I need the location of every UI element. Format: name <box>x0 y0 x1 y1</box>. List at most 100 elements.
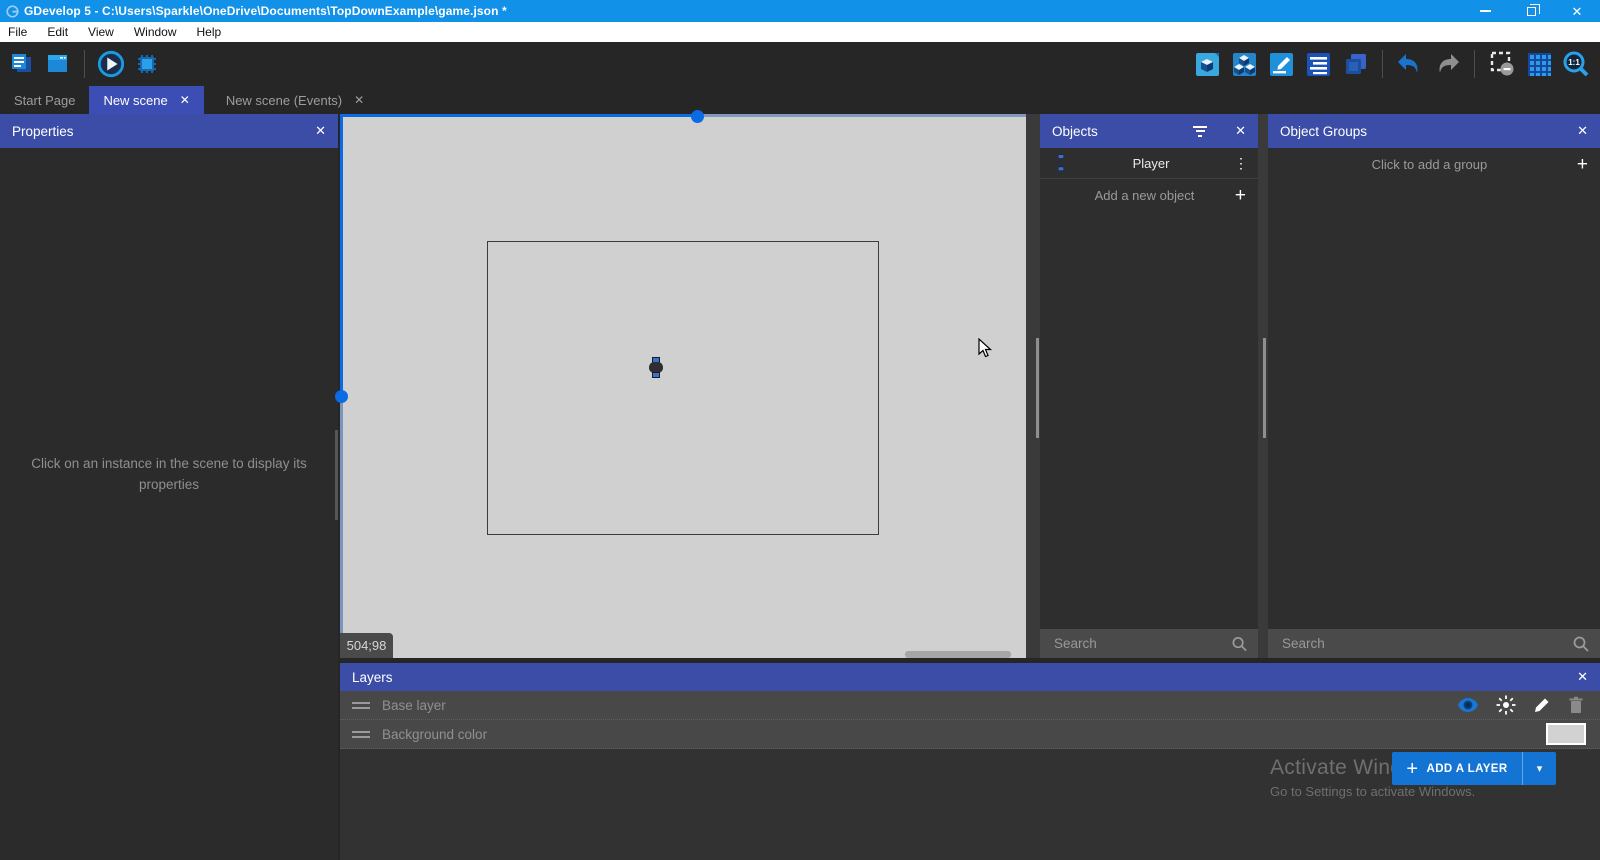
filter-icon[interactable] <box>1193 123 1207 139</box>
search-icon <box>1231 635 1248 653</box>
object-groups-title: Object Groups <box>1280 124 1565 139</box>
delete-trash-icon[interactable] <box>1568 696 1584 714</box>
deselect-mask-icon[interactable] <box>1488 50 1516 78</box>
search-icon <box>1572 635 1590 653</box>
toolbar-separator <box>84 50 85 78</box>
vertical-scrollbar[interactable] <box>1263 338 1266 438</box>
layers-panel: Layers ✕ Base layer <box>340 663 1600 860</box>
redo-icon[interactable] <box>1433 50 1461 78</box>
close-icon[interactable]: ✕ <box>1577 123 1588 139</box>
tab-new-scene[interactable]: New scene ✕ <box>89 86 203 114</box>
tab-close-icon[interactable]: ✕ <box>180 93 190 107</box>
close-button[interactable]: ✕ <box>1554 0 1600 22</box>
canvas-scroll-handle-left[interactable] <box>335 390 348 403</box>
objects-search-input[interactable] <box>1054 636 1231 651</box>
layer-effects-icon[interactable] <box>1496 695 1516 715</box>
window-titlebar: GDevelop 5 - C:\Users\Sparkle\OneDrive\D… <box>0 0 1600 22</box>
groups-search-input[interactable] <box>1282 636 1572 651</box>
mouse-cursor <box>978 338 993 358</box>
add-object-icon[interactable] <box>1193 50 1221 78</box>
player-sprite-body <box>1055 158 1066 167</box>
object-groups-panel: Object Groups ✕ Click to add a group + <box>1268 114 1600 658</box>
properties-header: Properties ✕ <box>0 114 338 148</box>
vertical-scrollbar[interactable] <box>1036 338 1039 438</box>
menu-file[interactable]: File <box>0 22 37 42</box>
canvas-top-scrollbar-track[interactable] <box>697 114 1026 117</box>
start-page-window-icon[interactable] <box>44 50 72 78</box>
drag-handle-icon[interactable] <box>352 728 370 741</box>
tab-close-icon[interactable]: ✕ <box>354 93 364 107</box>
edit-pencil-icon[interactable] <box>1533 696 1551 714</box>
objects-panel: Objects ✕ Player ⋮ Add a new object + <box>1040 114 1258 658</box>
panel-divider <box>1026 114 1040 658</box>
visibility-eye-icon[interactable] <box>1457 697 1479 713</box>
edit-scene-icon[interactable] <box>1267 50 1295 78</box>
caret-down-icon: ▾ <box>1537 762 1543 775</box>
zoom-1-1-icon[interactable]: 1:1 <box>1562 50 1590 78</box>
add-group-row[interactable]: Click to add a group + <box>1268 148 1600 181</box>
background-color-swatch[interactable] <box>1546 723 1586 745</box>
canvas-left-scrollbar-track[interactable] <box>340 396 343 658</box>
properties-scrollbar[interactable] <box>335 430 338 520</box>
add-object-row[interactable]: Add a new object + <box>1040 179 1258 212</box>
editor-tabbar: Start Page New scene ✕ New scene (Events… <box>0 86 1600 114</box>
player-instance[interactable] <box>649 357 663 380</box>
canvas-top-scrollbar[interactable] <box>340 114 697 117</box>
restore-icon <box>1527 7 1536 16</box>
drag-handle-icon[interactable] <box>352 699 370 712</box>
undo-icon[interactable] <box>1396 50 1424 78</box>
toolbar-separator <box>1474 50 1475 78</box>
layer-row-base[interactable]: Base layer <box>340 691 1600 720</box>
layer-row-background[interactable]: Background color <box>340 720 1600 749</box>
debug-icon[interactable] <box>133 50 161 78</box>
layers-title: Layers <box>352 670 1565 685</box>
instances-list-icon[interactable] <box>1304 50 1332 78</box>
gdevelop-logo-icon <box>6 5 19 18</box>
menu-help[interactable]: Help <box>187 22 232 42</box>
close-icon[interactable]: ✕ <box>1235 123 1246 139</box>
canvas-scroll-handle-top[interactable] <box>691 110 704 123</box>
close-icon[interactable]: ✕ <box>315 123 326 139</box>
tab-label: New scene <box>103 93 167 108</box>
tab-start-page[interactable]: Start Page <box>0 86 89 114</box>
preview-play-icon[interactable] <box>97 50 125 78</box>
plus-icon[interactable]: + <box>1577 155 1588 174</box>
layers-header: Layers ✕ <box>340 663 1600 691</box>
player-thumbnail-icon <box>1055 154 1066 173</box>
add-group-label: Click to add a group <box>1282 157 1577 172</box>
menu-bar: File Edit View Window Help <box>0 22 1600 42</box>
kebab-menu-icon[interactable]: ⋮ <box>1234 155 1248 172</box>
add-object-label: Add a new object <box>1054 188 1235 203</box>
watermark-line2: Go to Settings to activate Windows. <box>1270 784 1475 799</box>
properties-empty-message: Click on an instance in the scene to dis… <box>0 454 338 496</box>
add-layer-dropdown[interactable]: ▾ <box>1522 752 1556 785</box>
plus-icon[interactable]: + <box>1235 186 1246 205</box>
close-icon[interactable]: ✕ <box>1577 669 1588 685</box>
canvas-horizontal-scrollbar[interactable] <box>905 651 1011 658</box>
menu-edit[interactable]: Edit <box>37 22 78 42</box>
object-row-player[interactable]: Player ⋮ <box>1040 148 1258 179</box>
layer-name: Background color <box>382 727 1546 742</box>
scene-canvas[interactable]: 504;98 <box>340 114 1026 658</box>
window-title: GDevelop 5 - C:\Users\Sparkle\OneDrive\D… <box>24 4 1462 18</box>
tab-new-scene-events[interactable]: New scene (Events) ✕ <box>212 86 378 114</box>
layers-list-icon[interactable] <box>1341 50 1369 78</box>
menu-view[interactable]: View <box>78 22 124 42</box>
groups-searchbar <box>1268 629 1600 658</box>
grid-icon[interactable] <box>1525 50 1553 78</box>
add-layer-button[interactable]: + ADD A LAYER ▾ <box>1392 752 1556 785</box>
project-manager-icon[interactable] <box>8 50 36 78</box>
tab-label: Start Page <box>14 93 75 108</box>
minimize-button[interactable] <box>1462 0 1508 22</box>
properties-title: Properties <box>12 124 303 139</box>
close-icon: ✕ <box>1572 5 1583 18</box>
object-groups-icon[interactable] <box>1230 50 1258 78</box>
canvas-left-scrollbar[interactable] <box>340 114 343 396</box>
layer-name: Base layer <box>382 698 1457 713</box>
main-toolbar: 1:1 <box>0 42 1600 86</box>
objects-header: Objects ✕ <box>1040 114 1258 148</box>
menu-window[interactable]: Window <box>124 22 187 42</box>
object-name: Player <box>1068 156 1234 171</box>
restore-button[interactable] <box>1508 0 1554 22</box>
tab-spacer <box>204 86 212 114</box>
